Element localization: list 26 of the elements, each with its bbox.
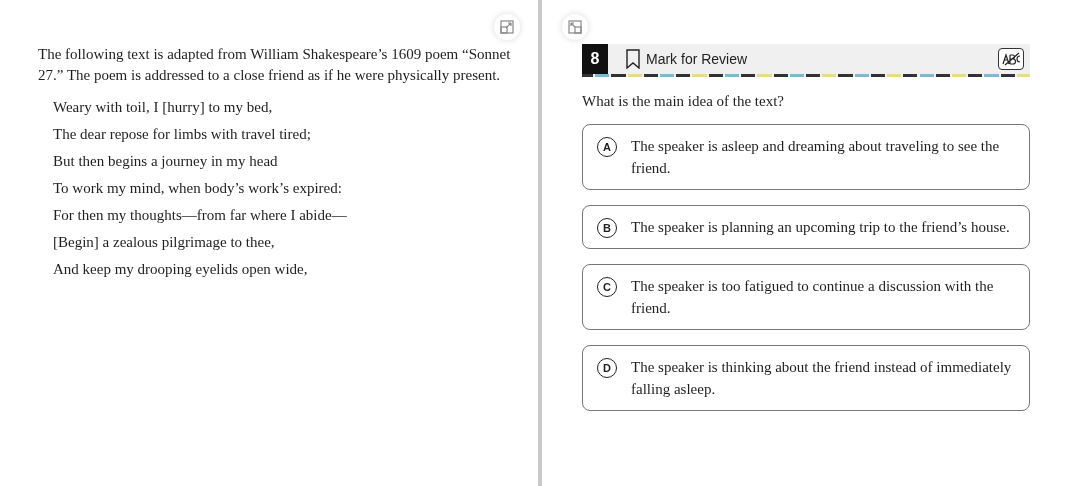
poem-line: The dear repose for limbs with travel tired; (52, 125, 312, 144)
mark-for-review-button[interactable]: Mark for Review (622, 44, 752, 74)
bookmark-icon (626, 49, 640, 69)
collapse-button[interactable] (562, 14, 588, 40)
option-text: The speaker is too fatigued to continue a discussion with the friend. (631, 277, 995, 318)
expand-button[interactable] (494, 14, 520, 40)
question-number: 8 (582, 44, 608, 74)
poem-line: [Begin] a zealous pilgrimage to thee, (52, 233, 276, 252)
strikethrough-abc-icon (1001, 52, 1021, 66)
option-text: The speaker is planning an upcoming trip to the friend’s house. (631, 218, 1010, 237)
poem-line: For then my thoughts—from far where I abide— (52, 206, 348, 225)
expand-icon (500, 20, 514, 34)
poem-line: Weary with toil, I [hurry] to my bed, (52, 98, 274, 117)
passage-intro: The following text is adapted from William Shakespeare’s 1609 poem “Sonnet 27.” The poem is addressed to a close friend as if he were physically present. (38, 45, 512, 85)
expand-icon (568, 20, 582, 34)
poem-line: And keep my drooping eyelids open wide, (52, 260, 309, 279)
option-text: The speaker is asleep and dreaming about traveling to see the friend. (631, 137, 1001, 178)
answer-option[interactable]: B The speaker is planning an upcoming trip to the friend’s house. (582, 205, 1030, 249)
option-text: The speaker is thinking about the friend instead of immediately falling asleep. (631, 358, 1013, 399)
answer-option[interactable]: A The speaker is asleep and dreaming about traveling to see the friend. (582, 124, 1030, 190)
answer-option[interactable]: D The speaker is thinking about the friend instead of immediately falling asleep. (582, 345, 1030, 411)
answer-option[interactable]: C The speaker is too fatigued to continue a discussion with the friend. (582, 264, 1030, 330)
poem-line: But then begins a journey in my head (52, 152, 279, 171)
eliminator-button[interactable] (998, 48, 1024, 70)
poem-line: To work my mind, when body’s work’s expired: (52, 179, 343, 198)
question-prompt: What is the main idea of the text? (582, 93, 785, 110)
